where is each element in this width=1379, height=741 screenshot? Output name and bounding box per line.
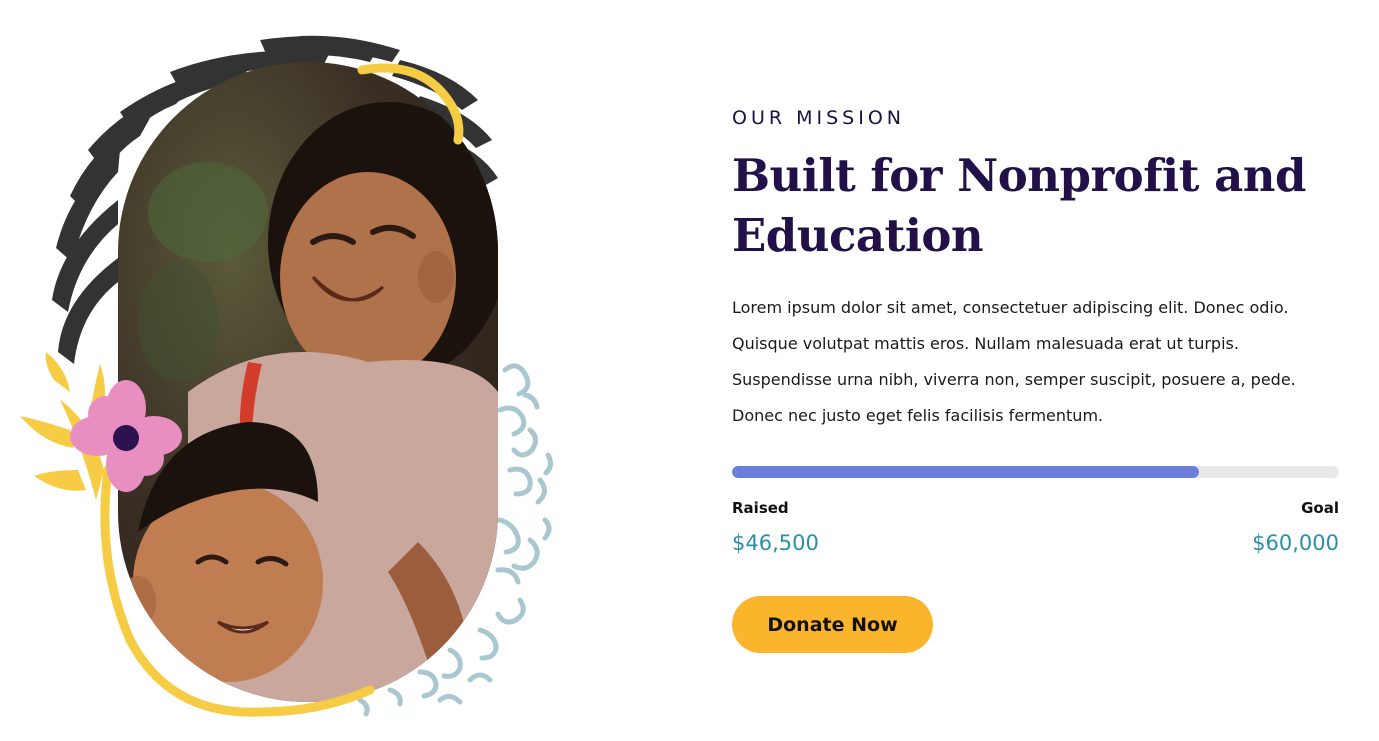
goal-stat: Goal $60,000 <box>1252 498 1339 556</box>
fundraising-progress-bar <box>732 466 1339 478</box>
section-headline: Built for Nonprofit and Education <box>732 149 1306 262</box>
fundraising-stats: Raised $46,500 Goal $60,000 <box>732 498 1339 556</box>
goal-amount: $60,000 <box>1252 531 1339 555</box>
mission-section: OUR MISSION Built for Nonprofit and Educ… <box>0 0 1379 741</box>
hero-artwork <box>0 0 620 741</box>
goal-label: Goal <box>1301 499 1339 517</box>
raised-amount: $46,500 <box>732 531 819 555</box>
raised-stat: Raised $46,500 <box>732 498 819 556</box>
donate-now-button[interactable]: Donate Now <box>732 596 933 653</box>
raised-label: Raised <box>732 499 789 517</box>
children-photo <box>118 62 498 702</box>
mission-description: Lorem ipsum dolor sit amet, consectetuer… <box>732 298 1296 425</box>
mission-content: OUR MISSION Built for Nonprofit and Educ… <box>732 104 1339 653</box>
section-eyebrow: OUR MISSION <box>732 107 905 129</box>
progress-bar-fill <box>732 466 1200 478</box>
